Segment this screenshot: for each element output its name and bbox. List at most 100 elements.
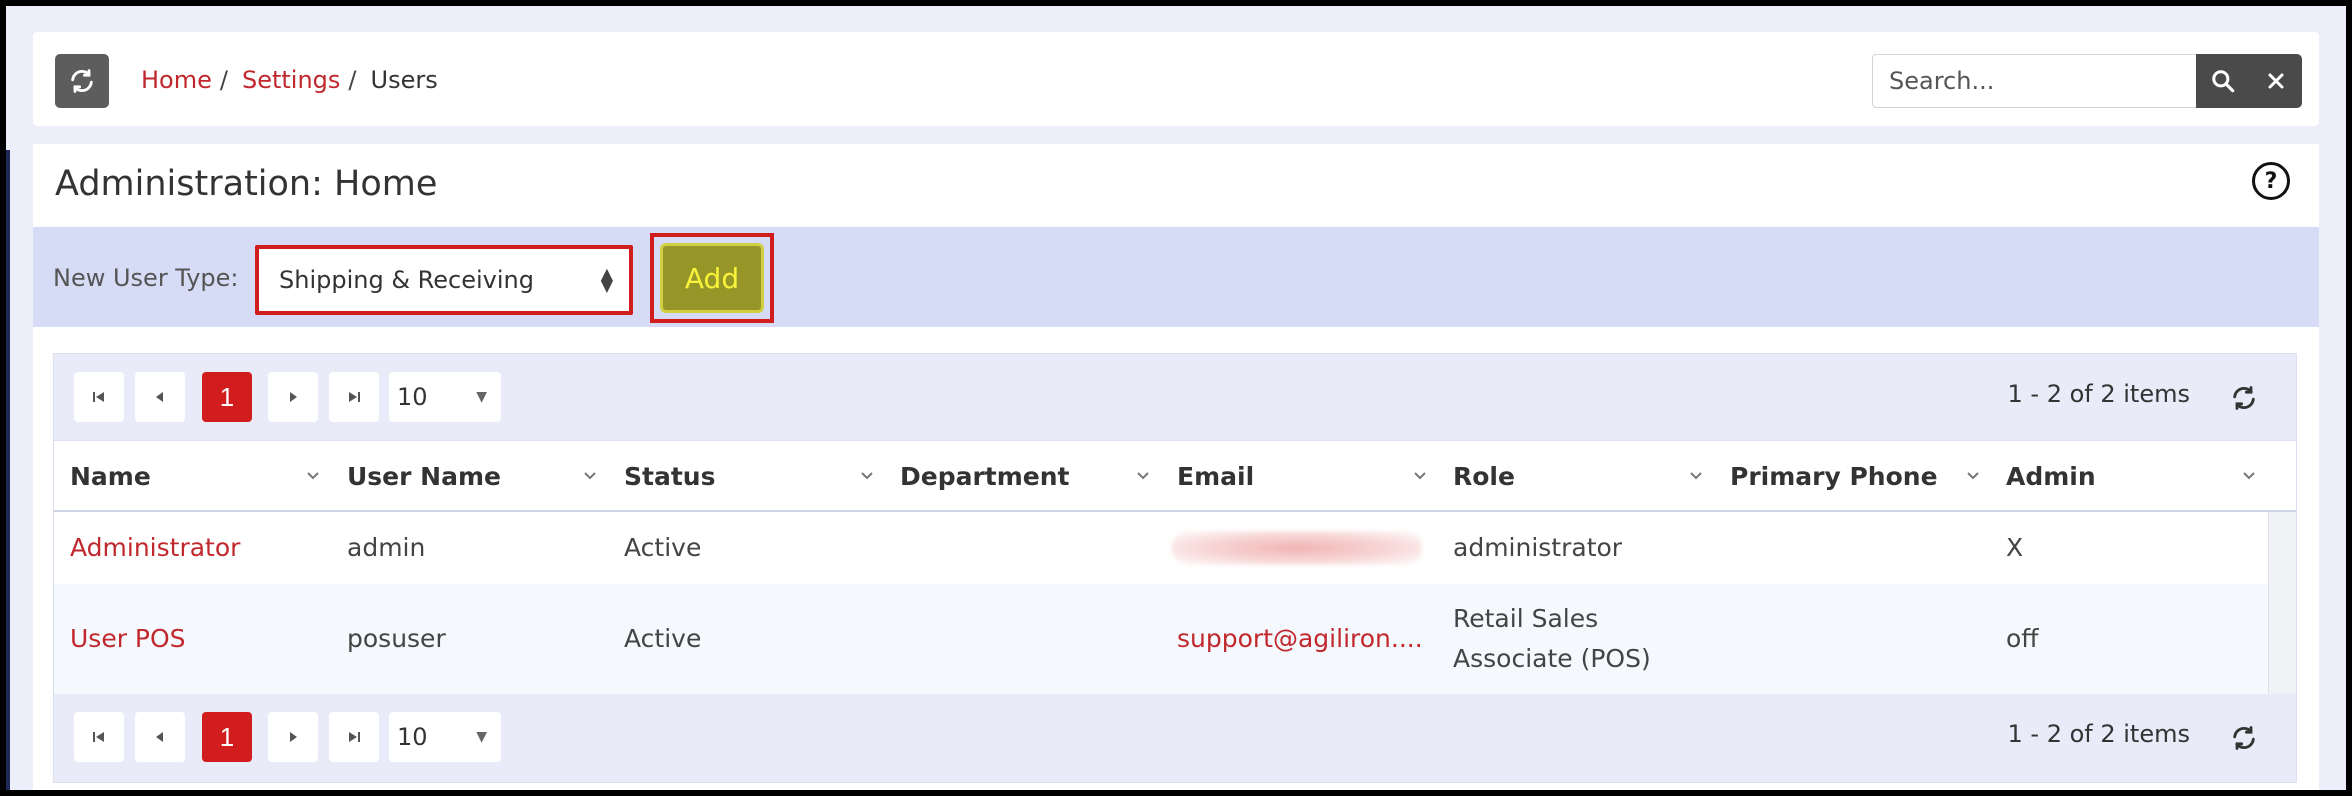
- chevron-down-icon: [861, 472, 873, 480]
- first-page-icon: [93, 392, 104, 402]
- column-label: Name: [70, 461, 151, 491]
- pager-bottom: 1 10 ▼ 1 - 2 of 2 items: [54, 694, 2296, 782]
- first-page-icon: [93, 732, 104, 742]
- cell-status: Active: [624, 624, 702, 653]
- next-page-icon: [290, 732, 297, 742]
- redacted-email: [1172, 531, 1422, 565]
- dropdown-caret-icon: ▼: [476, 729, 487, 745]
- prev-page-button[interactable]: [135, 712, 185, 762]
- refresh-icon: [71, 69, 93, 93]
- page-1-button[interactable]: 1: [202, 372, 252, 422]
- email-link[interactable]: support@agiliron....: [1177, 584, 1423, 694]
- breadcrumb-home[interactable]: Home: [141, 66, 212, 94]
- grid-refresh-icon[interactable]: [2230, 724, 2258, 752]
- user-name-link[interactable]: User POS: [70, 584, 186, 694]
- grid-refresh-icon[interactable]: [2230, 384, 2258, 412]
- breadcrumb-separator: /: [348, 66, 357, 94]
- close-icon: [2268, 73, 2283, 89]
- page-1-button[interactable]: 1: [202, 712, 252, 762]
- chevron-down-icon: [2243, 472, 2255, 480]
- table-row[interactable]: Administrator admin Active administrator…: [54, 512, 2268, 584]
- prev-page-icon: [156, 732, 163, 742]
- column-label: Primary Phone: [1730, 461, 1938, 491]
- role-line: Associate (POS): [1453, 644, 1651, 673]
- pager-info: 1 - 2 of 2 items: [2007, 720, 2190, 748]
- last-page-icon: [349, 392, 360, 402]
- users-grid: 1 10 ▼ 1 - 2 of 2 items Name User Name S…: [53, 353, 2297, 783]
- column-label: Email: [1177, 461, 1255, 491]
- pager-top: 1 10 ▼ 1 - 2 of 2 items: [54, 354, 2296, 440]
- cell-email-redacted: [1172, 512, 1422, 584]
- chevron-down-icon: [1414, 472, 1426, 480]
- column-header-primary-phone[interactable]: Primary Phone: [1730, 441, 1992, 511]
- cell-username: admin: [347, 533, 426, 562]
- top-bar: Home / Settings / Users: [33, 32, 2319, 126]
- search-icon: [2211, 70, 2234, 93]
- cell-username: posuser: [347, 624, 446, 653]
- breadcrumb-separator: /: [219, 66, 228, 94]
- table-header: Name User Name Status Department Email R…: [54, 440, 2296, 512]
- column-label: User Name: [347, 461, 501, 491]
- last-page-button[interactable]: [329, 372, 379, 422]
- cell-role: Retail Sales Associate (POS): [1453, 584, 1651, 694]
- frame-edge: [6, 150, 10, 790]
- page-size-value: 10: [397, 723, 428, 751]
- main-panel: Administration: Home ? New User Type: Sh…: [33, 144, 2319, 790]
- cell-status: Active: [624, 533, 702, 562]
- next-page-button[interactable]: [268, 372, 318, 422]
- column-header-admin[interactable]: Admin: [2006, 441, 2268, 511]
- column-header-status[interactable]: Status: [624, 441, 886, 511]
- app-frame: Home / Settings / Users Administration: …: [6, 6, 2346, 790]
- column-header-name[interactable]: Name: [70, 441, 332, 511]
- search-group: [1872, 54, 2302, 108]
- search-button[interactable]: [2196, 54, 2249, 108]
- breadcrumb-users: Users: [370, 66, 438, 94]
- column-label: Status: [624, 461, 716, 491]
- help-icon[interactable]: ?: [2252, 162, 2290, 200]
- reload-button[interactable]: [55, 54, 109, 108]
- page-title: Administration: Home: [55, 164, 438, 204]
- vertical-scrollbar[interactable]: [2268, 512, 2296, 694]
- select-arrows-icon: ▲ ▼: [600, 264, 613, 295]
- column-header-department[interactable]: Department: [900, 441, 1162, 511]
- chevron-down-icon: [1967, 472, 1979, 480]
- prev-page-button[interactable]: [135, 372, 185, 422]
- prev-page-icon: [156, 392, 163, 402]
- chevron-down-icon: [307, 472, 319, 480]
- role-line: Retail Sales: [1453, 604, 1599, 633]
- page-size-select[interactable]: 10 ▼: [389, 712, 501, 762]
- dropdown-caret-icon: ▼: [476, 389, 487, 405]
- first-page-button[interactable]: [74, 372, 124, 422]
- add-button-highlight: Add: [650, 233, 774, 323]
- breadcrumb-settings[interactable]: Settings: [242, 66, 340, 94]
- chevron-down-icon: [1137, 472, 1149, 480]
- column-header-username[interactable]: User Name: [347, 441, 609, 511]
- search-input[interactable]: [1872, 54, 2196, 108]
- next-page-button[interactable]: [268, 712, 318, 762]
- chevron-down-icon: [1690, 472, 1702, 480]
- cell-role: administrator: [1453, 533, 1623, 562]
- column-label: Role: [1453, 461, 1515, 491]
- column-label: Department: [900, 461, 1070, 491]
- user-type-value: Shipping & Receiving: [279, 266, 534, 294]
- clear-search-button[interactable]: [2249, 54, 2302, 108]
- last-page-icon: [349, 732, 360, 742]
- user-name-link[interactable]: Administrator: [70, 512, 240, 584]
- page-size-value: 10: [397, 383, 428, 411]
- column-label: Admin: [2006, 461, 2096, 491]
- pager-info: 1 - 2 of 2 items: [2007, 380, 2190, 408]
- cell-admin: X: [2006, 533, 2024, 562]
- last-page-button[interactable]: [329, 712, 379, 762]
- column-header-email[interactable]: Email: [1177, 441, 1439, 511]
- next-page-icon: [290, 392, 297, 402]
- page-size-select[interactable]: 10 ▼: [389, 372, 501, 422]
- breadcrumb: Home / Settings / Users: [141, 66, 438, 94]
- column-header-role[interactable]: Role: [1453, 441, 1715, 511]
- add-user-button[interactable]: Add: [660, 243, 764, 313]
- first-page-button[interactable]: [74, 712, 124, 762]
- new-user-toolbar: New User Type: Shipping & Receiving ▲ ▼ A…: [33, 227, 2319, 327]
- new-user-type-label: New User Type:: [53, 264, 239, 292]
- table-row[interactable]: User POS posuser Active support@agiliron…: [54, 584, 2268, 694]
- user-type-select[interactable]: Shipping & Receiving ▲ ▼: [255, 245, 633, 315]
- chevron-down-icon: [584, 472, 596, 480]
